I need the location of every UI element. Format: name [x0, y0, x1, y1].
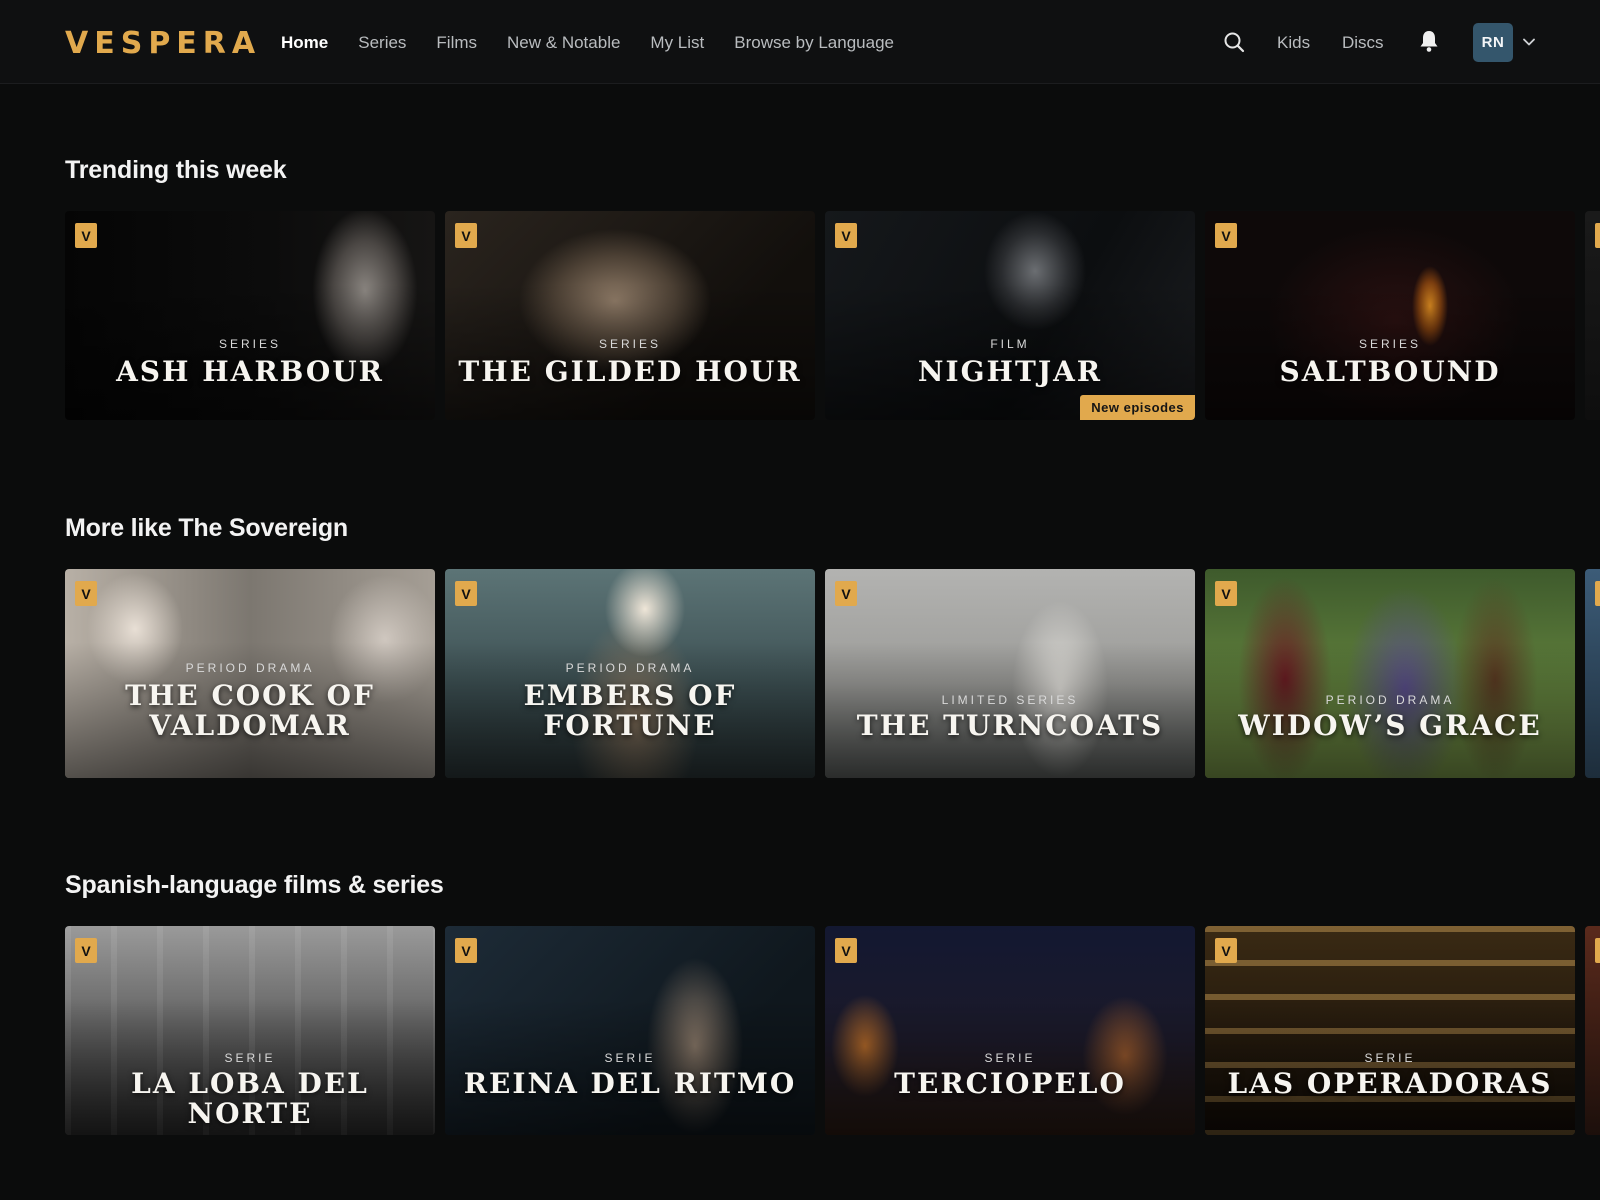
card-shade [445, 211, 815, 420]
vespera-badge: V [835, 223, 857, 248]
nav-item-new-notable[interactable]: New & Notable [507, 33, 620, 53]
title-card[interactable]: V SERIE TERCIOPELO [825, 926, 1195, 1135]
title-card[interactable]: V LIMITED SERIES THE TURNCOATS [825, 569, 1195, 778]
new-episodes-tag: New episodes [1080, 395, 1195, 420]
title-card[interactable]: V SERIE REINA DEL RITMO [445, 926, 815, 1135]
card-title: ASH HARBOUR [116, 355, 384, 388]
card-shade [1205, 569, 1575, 778]
card-title-line-1: EMBERS OF [523, 679, 737, 712]
bell-icon[interactable] [1418, 29, 1440, 53]
nav-item-films[interactable]: Films [436, 33, 477, 53]
vespera-badge: V [835, 581, 857, 606]
title-card[interactable]: V FILM NIGHTJAR New episodes [825, 211, 1195, 420]
title-card[interactable]: V SERIES ASH HARBOUR [65, 211, 435, 420]
card-kind: FILM [990, 337, 1030, 351]
main-nav: Home Series Films New & Notable My List … [281, 33, 924, 53]
vespera-badge: V [75, 938, 97, 963]
card-kind: PERIOD DRAMA [185, 661, 315, 675]
card-kind: SERIES [1358, 337, 1421, 351]
card-shade [825, 569, 1195, 778]
card-kind: PERIOD DRAMA [565, 661, 695, 675]
vespera-badge: V [455, 938, 477, 963]
title-card[interactable]: V SERIE LA LOBA DEL NORTE [65, 926, 435, 1135]
card-shade [1205, 211, 1575, 420]
vespera-badge: V [75, 223, 97, 248]
card-shade [445, 926, 815, 1135]
card-title: THE TURNCOATS [856, 709, 1164, 742]
vespera-badge: V [455, 223, 477, 248]
card-kind: SERIE [604, 1051, 656, 1065]
card-shade [65, 211, 435, 420]
card-shade [825, 926, 1195, 1135]
row-title-trending: Trending this week [65, 156, 287, 184]
nav-link-discs[interactable]: Discs [1342, 33, 1384, 53]
nav-item-browse-by-language[interactable]: Browse by Language [734, 33, 894, 53]
card-kind: SERIES [598, 337, 661, 351]
vespera-badge: V [75, 581, 97, 606]
title-card[interactable]: V SERIES THE GILDED HOUR [445, 211, 815, 420]
card-kind: LIMITED SERIES [941, 693, 1079, 707]
next-card-peek[interactable] [1585, 569, 1600, 778]
nav-item-series[interactable]: Series [358, 33, 406, 53]
card-title: THE GILDED HOUR [458, 355, 802, 388]
vespera-badge [1595, 938, 1600, 963]
title-card[interactable]: V PERIOD DRAMA WIDOW’S GRACE [1205, 569, 1575, 778]
card-title: LAS OPERADORAS [1227, 1067, 1553, 1100]
vespera-badge [1595, 223, 1600, 248]
vespera-badge: V [1215, 223, 1237, 248]
card-title: NIGHTJAR [917, 355, 1103, 388]
brand-logo[interactable]: VESPERA [65, 26, 261, 61]
vespera-badge: V [455, 581, 477, 606]
row-title-spanish: Spanish-language films & series [65, 871, 444, 899]
card-kind: PERIOD DRAMA [1325, 693, 1455, 707]
card-shade [825, 211, 1195, 420]
next-card-peek[interactable] [1585, 211, 1600, 420]
card-title: TERCIOPELO [894, 1067, 1126, 1100]
vespera-badge: V [1215, 581, 1237, 606]
card-title-line-2: FORTUNE [543, 709, 717, 742]
chevron-down-icon[interactable] [1522, 35, 1536, 49]
card-kind: SERIE [224, 1051, 276, 1065]
card-kind: SERIE [1364, 1051, 1416, 1065]
card-title-line-2: VALDOMAR [149, 709, 351, 742]
title-card[interactable]: V PERIOD DRAMA EMBERS OF FORTUNE [445, 569, 815, 778]
card-shade [1205, 926, 1575, 1135]
card-kind: SERIES [218, 337, 281, 351]
card-title: REINA DEL RITMO [463, 1067, 797, 1100]
card-title: WIDOW’S GRACE [1238, 709, 1542, 742]
card-title-line-1: THE COOK OF [125, 679, 375, 712]
row-title-more-like: More like The Sovereign [65, 514, 348, 542]
card-title: SALTBOUND [1279, 355, 1501, 388]
vespera-badge: V [1215, 938, 1237, 963]
title-card[interactable]: V PERIOD DRAMA THE COOK OF VALDOMAR [65, 569, 435, 778]
title-card[interactable]: V SERIES SALTBOUND [1205, 211, 1575, 420]
nav-item-home[interactable]: Home [281, 33, 328, 53]
title-card[interactable]: V SERIE LAS OPERADORAS [1205, 926, 1575, 1135]
top-navigation-bar: VESPERA Home Series Films New & Notable … [0, 0, 1600, 84]
next-card-peek[interactable] [1585, 926, 1600, 1135]
search-icon[interactable] [1222, 30, 1246, 54]
card-kind: SERIE [984, 1051, 1036, 1065]
nav-item-my-list[interactable]: My List [650, 33, 704, 53]
vespera-badge [1595, 581, 1600, 606]
nav-link-kids[interactable]: Kids [1277, 33, 1310, 53]
vespera-badge: V [835, 938, 857, 963]
card-title: LA LOBA DEL NORTE [131, 1067, 369, 1130]
profile-avatar[interactable]: RN [1473, 23, 1513, 62]
